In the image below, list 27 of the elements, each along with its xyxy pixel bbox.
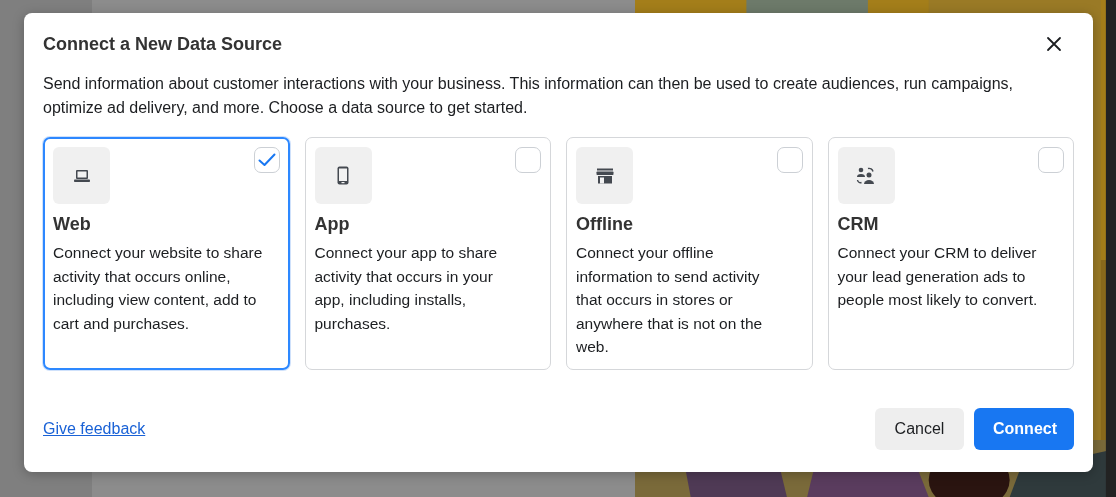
check-icon xyxy=(257,153,276,167)
source-description: Connect your offline information to send activity that occurs in stores or anywhere that is not on the web. xyxy=(576,243,764,357)
cancel-button[interactable]: Cancel xyxy=(875,408,964,450)
source-description: Connect your website to share activity that occurs online, including view content, add to cart and purchases. xyxy=(53,243,264,334)
source-description: Connect your CRM to deliver your lead generation ads to people most likely to convert. xyxy=(837,243,1039,310)
people-sync-icon xyxy=(856,166,876,185)
phone-icon xyxy=(337,166,349,185)
close-icon[interactable] xyxy=(1046,36,1062,52)
source-card[interactable]: App Connect your app to share activity that occurs in your app, including installs, purchases. xyxy=(304,137,551,370)
source-card[interactable]: CRM Connect your CRM to deliver your lead generation ads to people most likely to convert. xyxy=(827,137,1074,370)
store-icon xyxy=(595,167,614,184)
source-card[interactable]: Offline Connect your offline information to send activity that occurs in stores or anywhere that is not on the web. xyxy=(566,137,813,370)
source-description: Connect your app to share activity that occurs in your app, including installs, purchases. xyxy=(314,243,499,334)
dialog-title: Connect a New Data Source xyxy=(43,33,283,55)
dialog-description: Send information about customer interactions with your business. This information can then be used to create audiences, run campaigns, optimize ad delivery, and more. Choose a data source to get started. xyxy=(43,74,1015,118)
laptop-icon xyxy=(72,168,91,183)
connect-button[interactable]: Connect xyxy=(974,408,1074,450)
source-title: Web xyxy=(53,214,92,235)
source-card[interactable]: Web Connect your website to share activity that occurs online, including view content, add to cart and purchases. xyxy=(43,137,290,370)
checkbox[interactable] xyxy=(776,147,803,173)
checkbox[interactable] xyxy=(1038,147,1064,173)
source-title: Offline xyxy=(576,214,634,235)
feedback-link[interactable]: Give feedback xyxy=(43,420,146,438)
source-title: App xyxy=(314,214,351,235)
source-title: CRM xyxy=(837,214,880,235)
checkbox[interactable] xyxy=(515,147,541,173)
checkbox[interactable] xyxy=(253,147,280,173)
